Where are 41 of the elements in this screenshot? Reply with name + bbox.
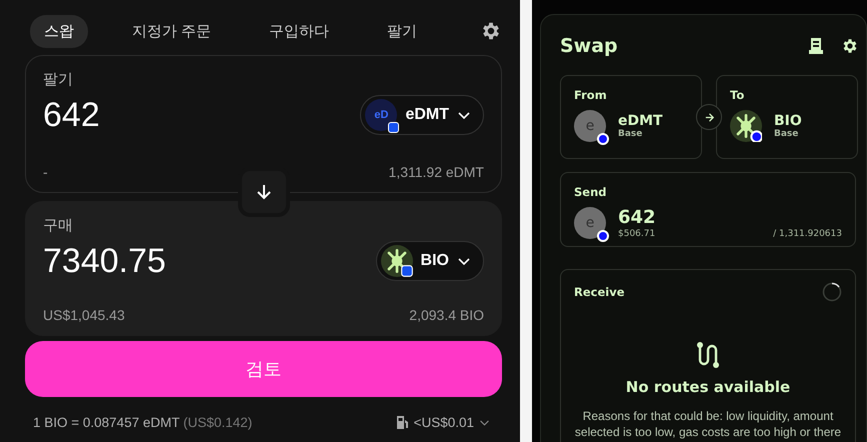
empty-message: Reasons for that could be: low liquidity, amount selected is too low, gas costs are too high or there [574, 408, 842, 440]
fiat-value: US$1,045.43 [43, 307, 125, 323]
receipt-icon[interactable] [807, 37, 825, 55]
token-balance: / 1,311.920613 [773, 229, 842, 239]
card-label: Send [574, 185, 608, 199]
chain-name: Base [618, 129, 644, 139]
token-icon: e [574, 207, 606, 239]
tab[interactable]: 구입하다 [255, 14, 344, 48]
panel-title: Swap [560, 35, 618, 57]
tab[interactable]: 지정가 주문 [118, 14, 226, 48]
settings-icon[interactable] [841, 37, 859, 55]
amount-field[interactable]: 7340.75 [43, 242, 166, 280]
fuel-pump-icon [396, 415, 409, 430]
card-label: 팔기 [43, 70, 74, 89]
token-balance: 1,311.92 eDMT [388, 164, 484, 180]
token-symbol: eDMT [618, 113, 664, 129]
fiat-value: $506.71 [618, 229, 656, 239]
empty-title: No routes available [626, 378, 790, 396]
exchange-rate: 1 BIO = 0.087457 eDMT (US$0.142) [33, 415, 252, 430]
token-symbol: BIO [774, 113, 803, 129]
gas-fee: <US$0.01 [414, 415, 474, 430]
token-icon: eD [365, 99, 398, 131]
chain-name: Base [774, 129, 800, 139]
token-icon [380, 245, 413, 277]
card-label: From [574, 88, 608, 102]
to-card[interactable]: To BIO Base [716, 75, 858, 159]
amount-field[interactable]: 642 [618, 207, 842, 228]
token-balance: 2,093.4 BIO [409, 307, 484, 323]
card-label: 구매 [43, 216, 74, 235]
tab[interactable]: 스왑 [30, 14, 88, 48]
token-selector[interactable]: eD eDMT [360, 95, 484, 135]
card-label: To [730, 88, 746, 102]
token-icon: e [574, 110, 606, 142]
tab[interactable]: 팔기 [373, 14, 432, 48]
fiat-value: - [43, 164, 48, 180]
token-icon [730, 110, 762, 142]
from-card[interactable]: From e eDMT Base [560, 75, 702, 159]
amount-field[interactable]: 642 [43, 96, 100, 134]
token-selector[interactable]: BIO [376, 241, 484, 281]
card-label: Receive [574, 285, 625, 299]
spinner-icon [822, 282, 842, 302]
